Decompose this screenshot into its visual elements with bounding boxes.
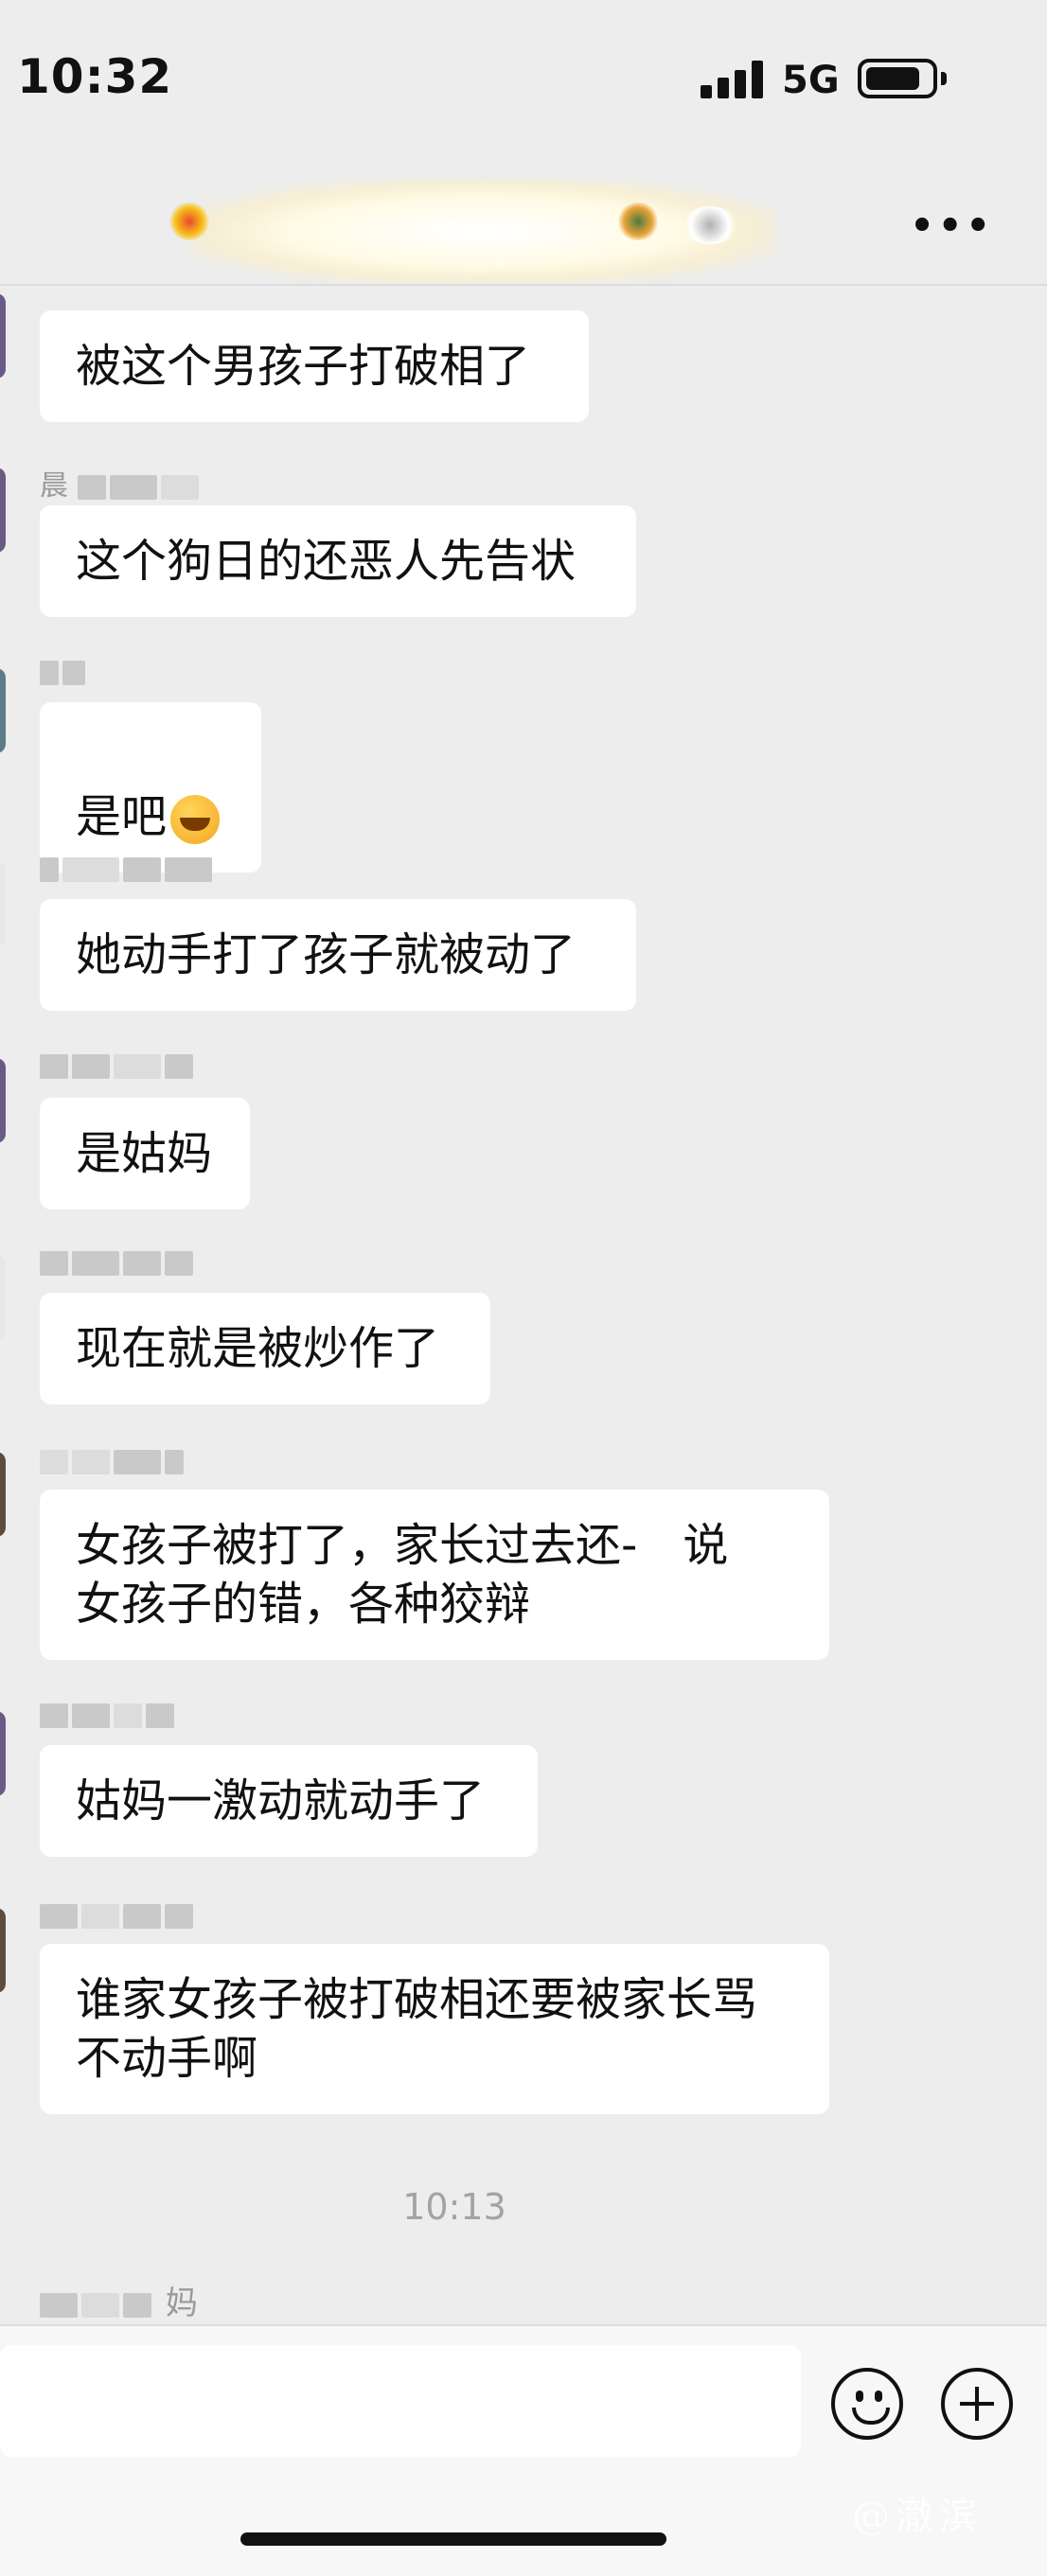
- status-bar: 10:32 5G: [0, 0, 1047, 161]
- sender-name: [40, 1054, 229, 1086]
- message-bubble[interactable]: 是姑妈: [40, 1098, 250, 1209]
- sender-name: 妈: [40, 2277, 286, 2322]
- avatar[interactable]: [0, 468, 6, 553]
- network-type: 5G: [782, 59, 840, 102]
- sticker-icon: [682, 206, 738, 244]
- sender-name: [40, 1904, 229, 1936]
- sender-name: [40, 857, 229, 890]
- avatar[interactable]: [0, 293, 6, 379]
- message-bubble[interactable]: 姑妈一激动就动手了: [40, 1745, 538, 1857]
- status-time: 10:32: [17, 49, 173, 104]
- message-bubble[interactable]: 她动手打了孩子就被动了: [40, 899, 636, 1011]
- message-bubble[interactable]: 谁家女孩子被打破相还要被家长骂 不动手啊: [40, 1944, 829, 2114]
- avatar[interactable]: [0, 861, 6, 946]
- more-options-icon[interactable]: •••: [910, 204, 994, 248]
- message-bubble[interactable]: 是吧: [40, 702, 261, 873]
- battery-icon: [858, 59, 947, 98]
- sticker-icon: [617, 203, 659, 240]
- home-indicator[interactable]: [240, 2532, 666, 2546]
- message-timestamp: 10:13: [402, 2186, 506, 2228]
- watermark: @澈滨: [852, 2495, 983, 2538]
- message-bubble[interactable]: 现在就是被炒作了: [40, 1293, 490, 1404]
- avatar[interactable]: [0, 1058, 6, 1143]
- sender-name: [40, 1450, 229, 1482]
- avatar[interactable]: [0, 1452, 6, 1537]
- message-bubble[interactable]: 这个狗日的还恶人先告状: [40, 505, 636, 617]
- header-divider: [0, 284, 1047, 286]
- sticker-icon: [169, 203, 210, 240]
- sender-name: [40, 1703, 229, 1736]
- avatar[interactable]: [0, 1255, 6, 1340]
- avatar[interactable]: [0, 668, 6, 753]
- sender-name: [40, 661, 229, 693]
- message-bubble[interactable]: 被这个男孩子打破相了: [40, 310, 589, 422]
- crying-laughing-emoji-icon: [170, 795, 221, 844]
- sender-name-text: 妈: [165, 2285, 198, 2322]
- sender-name: [40, 1251, 229, 1283]
- sender-name: 晨: [40, 462, 229, 503]
- message-bubble[interactable]: 女孩子被打了，家长过去还- 说 女孩子的错，各种狡辩: [40, 1490, 829, 1660]
- avatar[interactable]: [0, 1908, 6, 1993]
- signal-icon: [701, 61, 765, 98]
- avatar[interactable]: [0, 1711, 6, 1796]
- add-button[interactable]: [941, 2368, 1013, 2440]
- message-input[interactable]: [0, 2345, 801, 2457]
- emoji-button[interactable]: [831, 2368, 903, 2440]
- message-text: 是吧: [76, 790, 168, 843]
- sender-name-text: 晨: [40, 469, 68, 503]
